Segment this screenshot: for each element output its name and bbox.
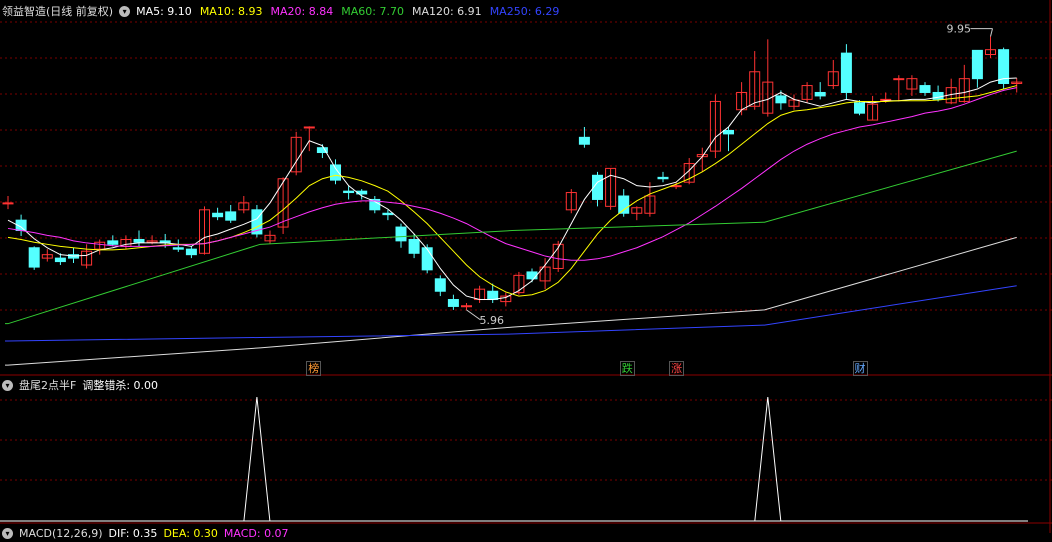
candle xyxy=(185,248,197,256)
candle xyxy=(526,271,538,280)
candle xyxy=(408,238,420,254)
low-pointer xyxy=(466,309,481,321)
ma10-line xyxy=(7,85,1017,297)
candle xyxy=(840,52,852,93)
candle xyxy=(395,226,407,242)
candle xyxy=(971,49,983,80)
indicator-spike xyxy=(243,396,271,522)
event-marker[interactable]: 榜 xyxy=(306,361,322,376)
high-pointer xyxy=(990,28,993,37)
candle xyxy=(814,91,826,97)
candle xyxy=(919,85,931,93)
candle xyxy=(54,257,66,263)
candle xyxy=(212,212,224,218)
event-marker[interactable]: 跌 xyxy=(619,361,635,376)
candle xyxy=(487,290,499,301)
event-marker[interactable]: 财 xyxy=(852,361,868,376)
candle xyxy=(28,247,40,268)
indicator-spike xyxy=(754,396,782,522)
high-price-label: 9.95 xyxy=(947,23,972,36)
candle xyxy=(461,305,472,308)
candle xyxy=(893,78,905,81)
kline-chart[interactable]: 9.95 5.96 xyxy=(0,0,1052,533)
candle xyxy=(303,126,315,129)
candle xyxy=(880,98,892,101)
candle xyxy=(578,136,590,145)
low-price-label: 5.96 xyxy=(480,314,505,327)
candle xyxy=(382,212,394,216)
candle xyxy=(434,278,446,292)
candle xyxy=(421,247,433,271)
candle xyxy=(172,247,184,250)
candle xyxy=(343,190,355,194)
candle xyxy=(2,202,14,205)
ma5-line xyxy=(7,77,1017,301)
candle xyxy=(618,195,630,214)
event-marker[interactable]: 涨 xyxy=(669,361,685,376)
candle xyxy=(854,102,865,114)
candle xyxy=(775,95,787,104)
candle xyxy=(107,240,119,245)
candle xyxy=(447,299,459,307)
candle xyxy=(723,129,734,135)
candle xyxy=(133,238,145,243)
candle xyxy=(657,176,669,180)
ma20-line xyxy=(7,87,1017,261)
candle xyxy=(225,211,237,221)
